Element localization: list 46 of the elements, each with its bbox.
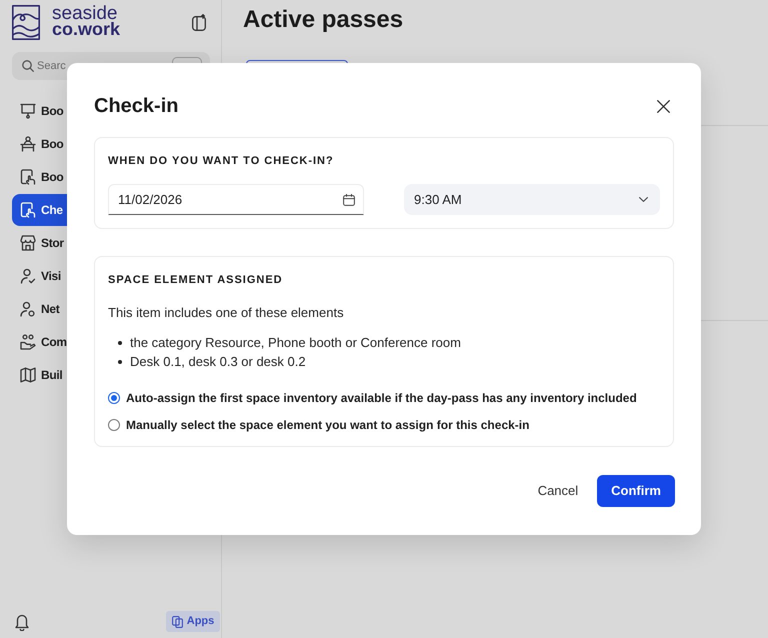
nav-item[interactable]: Com — [12, 326, 67, 358]
option-label: Auto-assign the first space inventory available if the day-pass has any inventory included — [126, 390, 637, 407]
people-hand-icon — [20, 334, 36, 350]
date-field[interactable]: 11/02/2026 — [108, 184, 364, 215]
tablet-hand-icon — [20, 202, 36, 218]
close-icon[interactable] — [657, 100, 670, 112]
logo-icon — [12, 5, 40, 40]
presentation-board-icon — [20, 103, 36, 119]
nav-item[interactable]: Boo — [12, 128, 67, 160]
storefront-icon — [20, 235, 36, 251]
element-item: the category Resource, Phone booth or Conference room — [130, 334, 461, 352]
radio-button[interactable] — [108, 419, 120, 431]
chevron-down-icon — [639, 197, 648, 202]
stacked-squares-icon — [172, 616, 183, 628]
tablet-hand-icon — [20, 169, 36, 185]
bullet-icon — [118, 360, 122, 364]
bullet-icon — [118, 340, 122, 344]
sidebar-toggle-icon[interactable] — [192, 14, 207, 31]
search-icon — [22, 60, 34, 72]
logo-text: co.work — [52, 21, 120, 37]
person-check-icon — [20, 268, 36, 284]
nav-item[interactable]: Stor — [12, 227, 67, 259]
element-item: Desk 0.1, desk 0.3 or desk 0.2 — [130, 353, 306, 371]
desk-icon — [20, 136, 36, 152]
logo-text: seaside — [52, 6, 118, 21]
calendar-icon[interactable] — [343, 194, 355, 206]
nav-item[interactable]: Che — [12, 194, 67, 226]
page-title: Active passes — [242, 5, 404, 34]
time-select[interactable]: 9:30 AM — [404, 184, 660, 215]
apps-button[interactable]: Apps — [166, 611, 220, 632]
nav-item[interactable]: Net — [12, 293, 67, 325]
confirm-button[interactable]: Confirm — [597, 475, 675, 507]
section-heading: SPACE ELEMENT ASSIGNED — [108, 273, 284, 287]
person-icon — [20, 301, 36, 317]
map-icon — [20, 367, 36, 383]
radio-button[interactable] — [108, 392, 120, 404]
nav-item[interactable]: Boo — [12, 161, 67, 193]
option-label: Manually select the space element you want to assign for this check-in — [126, 417, 530, 434]
nav-item[interactable]: Visi — [12, 260, 67, 292]
nav-item[interactable]: Boo — [12, 95, 67, 127]
bell-icon[interactable] — [15, 613, 29, 631]
intro-text: This item includes one of these elements — [108, 304, 345, 322]
cancel-button[interactable]: Cancel — [530, 475, 586, 507]
dialog-title: Check-in — [94, 94, 178, 119]
nav-item[interactable]: Buil — [12, 359, 67, 391]
section-heading: WHEN DO YOU WANT TO CHECK-IN? — [108, 154, 335, 168]
